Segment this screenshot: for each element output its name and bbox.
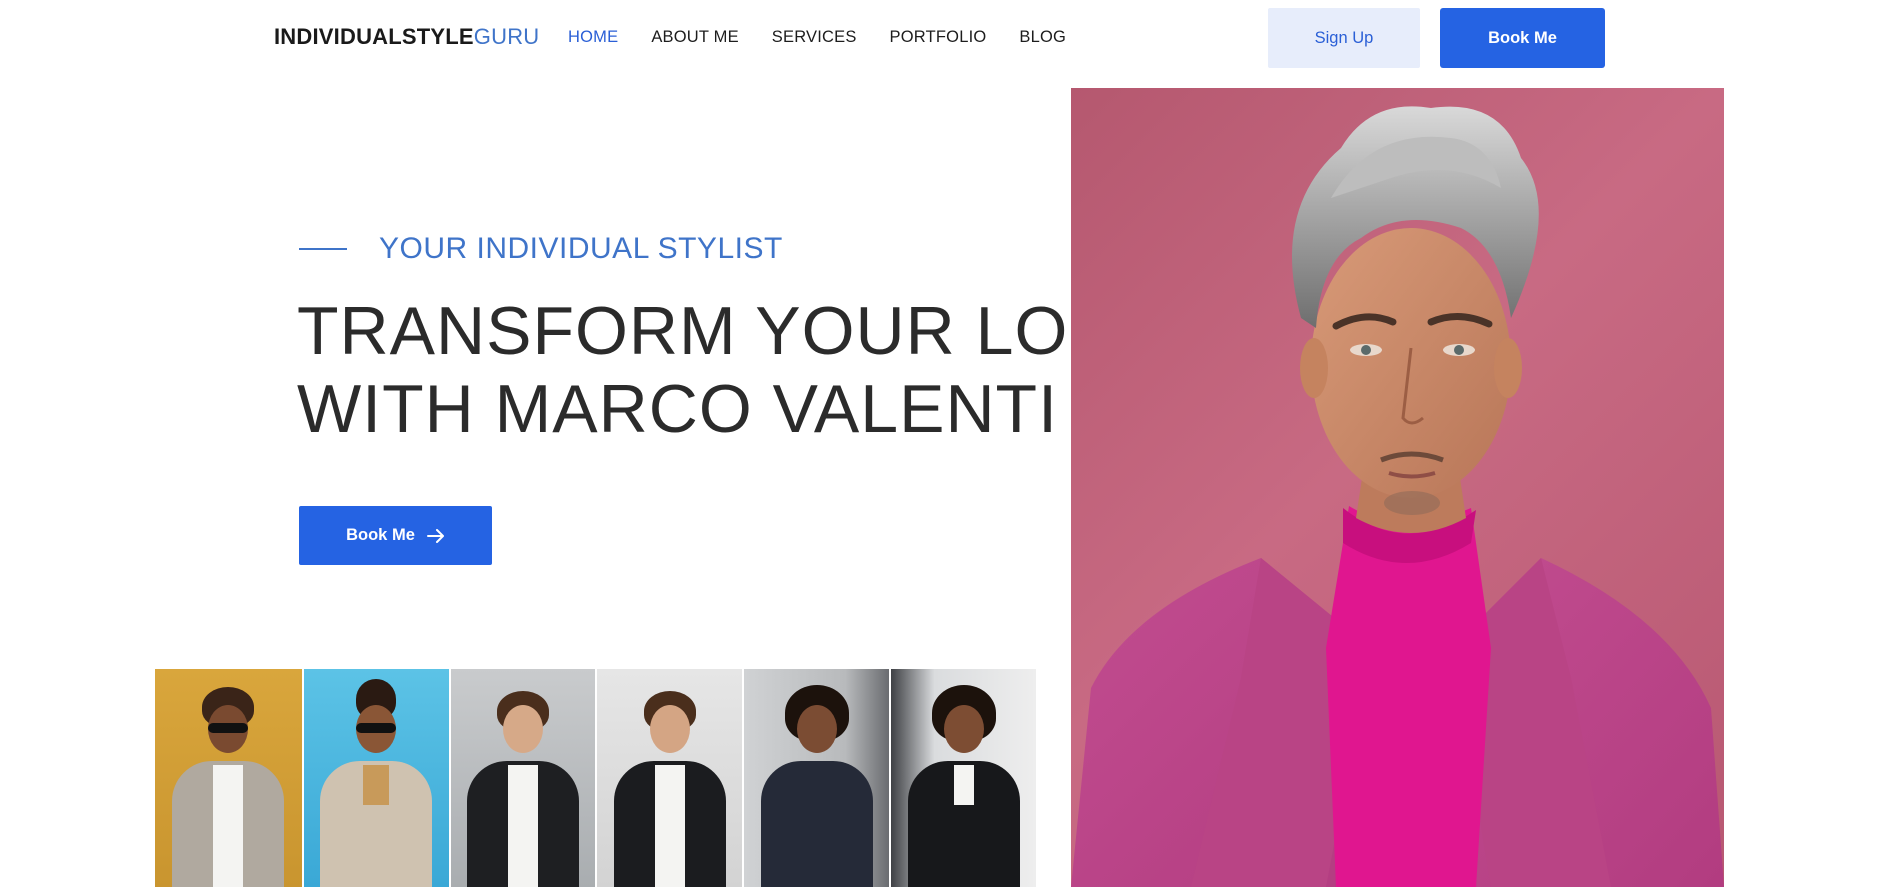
headline-line-2: WITH MARCO VALENTI [297,371,1058,447]
photo-outfit [760,761,873,887]
gallery-photo-5[interactable] [742,669,890,887]
nav-home[interactable]: HOME [568,28,618,47]
portfolio-gallery-strip [155,669,1036,887]
nav-portfolio[interactable]: PORTFOLIO [890,28,987,47]
hero-headline: TRANSFORM YOUR LOOK WITH MARCO VALENTI [297,292,1169,448]
photo-face [943,705,984,753]
nav-about-me[interactable]: ABOUT ME [651,28,738,47]
photo-face [796,705,837,753]
site-logo[interactable]: INDIVIDUALSTYLEGURU [274,24,539,50]
photo-face [503,705,544,753]
photo-shirt [213,765,244,887]
sunglasses-icon [208,723,249,733]
main-nav: HOME ABOUT ME SERVICES PORTFOLIO BLOG [568,28,1099,47]
hero-portrait-image [1071,88,1724,887]
logo-light-text: GURU [473,24,540,49]
hero-book-me-button[interactable]: Book Me [299,506,492,565]
site-header: INDIVIDUALSTYLEGURU HOME ABOUT ME SERVIC… [0,0,1882,76]
header-book-me-button[interactable]: Book Me [1440,8,1605,68]
gallery-photo-6[interactable] [889,669,1036,887]
eyebrow-text: YOUR INDIVIDUAL STYLIST [379,232,783,265]
hero-eyebrow: YOUR INDIVIDUAL STYLIST [299,232,783,266]
gallery-photo-4[interactable] [595,669,743,887]
arrow-right-icon [426,528,445,543]
photo-shirt [654,765,685,887]
eyebrow-line [299,248,347,250]
gallery-photo-1[interactable] [155,669,302,887]
nav-services[interactable]: SERVICES [772,28,857,47]
sunglasses-icon [356,723,397,733]
photo-bow [363,765,390,805]
photo-shirt [953,765,974,805]
photo-shirt [508,765,539,887]
logo-bold-text: INDIVIDUALSTYLE [274,24,474,49]
photo-face [649,705,690,753]
nav-blog[interactable]: BLOG [1019,28,1066,47]
headline-line-1: TRANSFORM YOUR LOOK [297,293,1169,369]
gallery-photo-2[interactable] [301,669,449,887]
gallery-photo-3[interactable] [448,669,596,887]
hero-book-me-label: Book Me [346,526,415,544]
portrait-illustration [1071,106,1724,887]
sign-up-button[interactable]: Sign Up [1268,8,1420,68]
